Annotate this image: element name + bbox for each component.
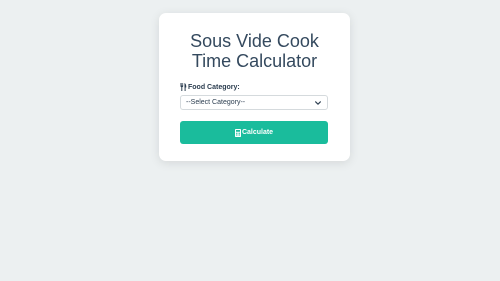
title-line-1: Sous Vide Cook: [190, 31, 319, 51]
chevron-down-icon: [315, 101, 321, 105]
calculator-icon: [234, 128, 241, 137]
utensils-icon: [180, 83, 187, 91]
calculator-card: Sous Vide Cook Time Calculator Food Cate…: [159, 13, 350, 161]
food-category-label-text: Food Category:: [188, 83, 240, 91]
food-category-selected-value: --Select Category--: [186, 99, 246, 106]
page-title: Sous Vide Cook Time Calculator: [159, 31, 350, 71]
calculate-button[interactable]: Calculate: [180, 121, 328, 144]
food-category-select[interactable]: --Select Category--: [180, 95, 328, 110]
title-line-2: Time Calculator: [191, 51, 318, 71]
page: Sous Vide Cook Time Calculator Food Cate…: [0, 0, 500, 281]
calculate-button-label: Calculate: [241, 129, 274, 136]
food-category-label: Food Category:: [180, 82, 240, 92]
